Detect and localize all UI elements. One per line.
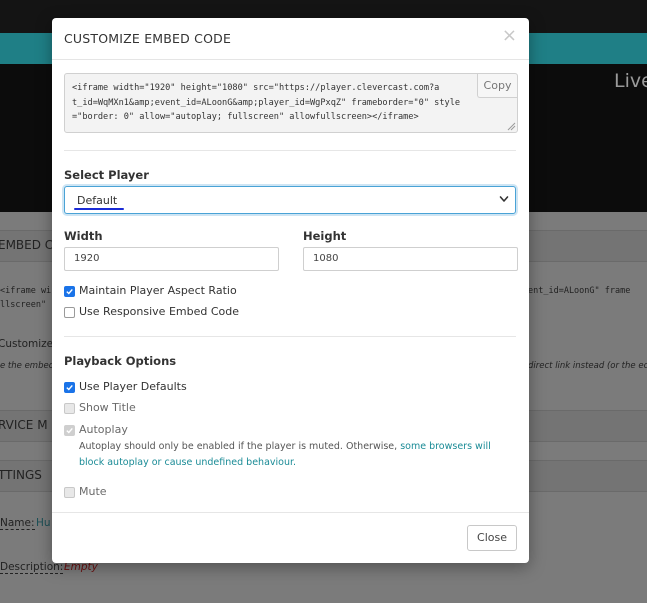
check-icon (66, 288, 73, 295)
height-label: Height (303, 229, 347, 243)
footer-divider (52, 512, 529, 513)
live-label: Live (614, 70, 647, 92)
embed-code-line: t_id=WqMXn1&amp;event_id=ALoonG&amp;play… (72, 97, 461, 108)
autoplay-help-text: Autoplay should only be enabled if the p… (79, 439, 499, 471)
embed-code-line: <iframe width="1920" height="1080" src="… (72, 83, 440, 93)
height-value: 1080 (313, 253, 339, 264)
player-select[interactable]: Default (64, 186, 516, 214)
resize-grip-icon[interactable] (507, 122, 516, 131)
maintain-ratio-checkbox[interactable] (64, 286, 75, 297)
description-label: Description: (0, 561, 64, 574)
mute-label: Mute (79, 485, 107, 498)
check-icon (66, 384, 73, 391)
maintain-ratio-label[interactable]: Maintain Player Aspect Ratio (79, 284, 237, 297)
bg-hint-left: e the embed (0, 361, 55, 371)
width-field[interactable]: 1920 (64, 247, 279, 271)
service-heading: RVICE M (0, 418, 48, 432)
height-field[interactable]: 1080 (303, 247, 518, 271)
customize-embed-modal: CUSTOMIZE EMBED CODE × <iframe width="19… (52, 18, 529, 563)
check-icon (66, 427, 73, 434)
playback-options-heading: Playback Options (64, 354, 177, 368)
width-value: 1920 (74, 253, 100, 264)
copy-button[interactable]: Copy (477, 74, 517, 98)
autoplay-checkbox (64, 425, 75, 436)
mute-checkbox (64, 487, 75, 498)
embed-code-textarea[interactable]: <iframe width="1920" height="1080" src="… (64, 73, 518, 133)
bg-embed-code-left: <iframe wi (0, 286, 52, 296)
chevron-down-icon (499, 196, 509, 202)
name-label: Name: (0, 517, 35, 530)
bg-embed-code-left2: llscreen" (0, 300, 47, 310)
divider (64, 336, 516, 337)
name-value[interactable]: Hu (36, 517, 51, 529)
responsive-label[interactable]: Use Responsive Embed Code (79, 305, 239, 318)
autoplay-help-prefix: Autoplay should only be enabled if the p… (79, 441, 398, 452)
close-icon[interactable]: × (502, 27, 517, 45)
divider (64, 150, 516, 151)
annotation-underline (74, 208, 124, 210)
settings-heading: TTINGS (0, 468, 42, 482)
modal-title: CUSTOMIZE EMBED CODE (64, 31, 232, 46)
close-button[interactable]: Close (467, 525, 517, 551)
bg-customize-label: Customize (0, 338, 54, 350)
show-title-checkbox (64, 403, 75, 414)
width-label: Width (64, 229, 103, 243)
embed-code-text: <iframe width="1920" height="1080" src="… (72, 81, 477, 125)
player-select-value: Default (77, 194, 118, 207)
use-defaults-label[interactable]: Use Player Defaults (79, 380, 187, 393)
use-defaults-checkbox[interactable] (64, 382, 75, 393)
bg-embed-code-right: ent_id=ALoonG" frame (528, 286, 631, 296)
embed-code-line: ="border: 0" allow="autoplay; fullscreen… (72, 112, 419, 122)
select-player-label: Select Player (64, 168, 149, 182)
modal-header: CUSTOMIZE EMBED CODE × (52, 18, 529, 60)
bg-hint-right: direct link instead (or the ec (528, 361, 647, 371)
show-title-label: Show Title (79, 401, 136, 414)
responsive-checkbox[interactable] (64, 307, 75, 318)
autoplay-label: Autoplay (79, 423, 128, 436)
